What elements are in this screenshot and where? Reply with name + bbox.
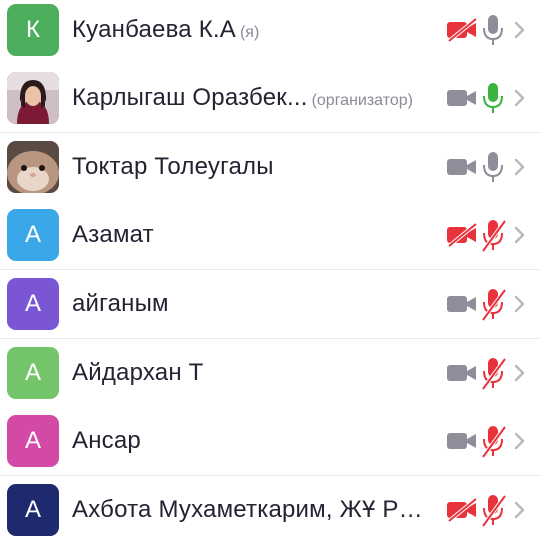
participant-name-group: Куанбаева К.А (я) [72, 16, 420, 44]
video-off-icon[interactable] [445, 17, 479, 43]
mic-muted-icon[interactable] [480, 493, 507, 528]
participant-name: Карлыгаш Оразбек... [72, 84, 308, 111]
avatar: А [7, 415, 59, 467]
chevron-right-icon[interactable] [513, 431, 527, 451]
participant-row[interactable]: А Айдархан Т [0, 339, 540, 408]
mic-muted-icon[interactable] [480, 218, 507, 253]
avatar-initial: К [26, 16, 40, 43]
avatar-initial: А [24, 290, 41, 317]
chevron-right-icon[interactable] [513, 294, 527, 314]
avatar: А [7, 278, 59, 330]
participant-name-group: Азамат [72, 221, 420, 249]
chevron-right-icon[interactable] [513, 363, 527, 383]
avatar: К [7, 4, 59, 56]
participant-row[interactable]: К Куанбаева К.А (я) [0, 0, 540, 65]
participant-name: айганым [72, 290, 169, 317]
chevron-right-icon[interactable] [513, 157, 527, 177]
participant-name: Токтар Толеугалы [72, 153, 274, 180]
microphone-icon[interactable] [480, 81, 506, 115]
microphone-icon[interactable] [480, 13, 506, 47]
participant-role-label: (я) [239, 24, 260, 41]
chevron-right-icon[interactable] [513, 500, 527, 520]
participant-name-group: Карлыгаш Оразбек... (организатор) [72, 84, 420, 112]
avatar: А [7, 347, 59, 399]
participant-row[interactable]: Токтар Толеугалы [0, 133, 540, 202]
participant-row[interactable]: А Азамат [0, 201, 540, 270]
avatar-initial: А [24, 221, 41, 248]
avatar-initial: А [24, 359, 41, 386]
participant-row[interactable]: Аайганым [0, 270, 540, 339]
participant-name: Ахбота Мухаметкарим, ЖҰ Ру... [72, 496, 428, 523]
video-camera-icon[interactable] [445, 292, 479, 316]
chevron-right-icon[interactable] [513, 88, 527, 108]
video-camera-icon[interactable] [445, 361, 479, 385]
participant-name-group: айганым [72, 290, 420, 318]
participant-name: Айдархан Т [72, 359, 204, 386]
participant-name: Куанбаева К.А [72, 16, 236, 43]
video-camera-icon[interactable] [445, 429, 479, 453]
participant-name-group: Токтар Толеугалы [72, 153, 420, 181]
mic-muted-icon[interactable] [480, 287, 507, 322]
chevron-right-icon[interactable] [513, 20, 527, 40]
avatar: А [7, 209, 59, 261]
microphone-icon[interactable] [480, 150, 506, 184]
participant-name: Ансар [72, 427, 141, 454]
mic-muted-icon[interactable] [480, 356, 507, 391]
video-off-icon[interactable] [445, 222, 479, 248]
avatar: А [7, 484, 59, 536]
participant-name-group: Ахбота Мухаметкарим, ЖҰ Ру... [72, 496, 428, 524]
chevron-right-icon[interactable] [513, 225, 527, 245]
participant-row[interactable]: А Ансар [0, 407, 540, 476]
avatar [7, 141, 59, 193]
avatar [7, 72, 59, 124]
participant-role-label: (организатор) [311, 92, 413, 109]
participants-list: К Куанбаева К.А (я) Карлыгаш Оразбек... (орг… [0, 0, 540, 540]
video-camera-icon[interactable] [445, 86, 479, 110]
mic-muted-icon[interactable] [480, 424, 507, 459]
participant-name-group: Ансар [72, 427, 420, 455]
video-off-icon[interactable] [445, 497, 479, 523]
avatar-initial: А [24, 427, 41, 454]
video-camera-icon[interactable] [445, 155, 479, 179]
participant-name-group: Айдархан Т [72, 359, 420, 387]
participant-name: Азамат [72, 221, 154, 248]
avatar-initial: А [24, 496, 41, 523]
participant-row[interactable]: Карлыгаш Оразбек... (организатор) [0, 64, 540, 133]
participant-row[interactable]: А Ахбота Мухаметкарим, ЖҰ Ру... [0, 476, 540, 540]
